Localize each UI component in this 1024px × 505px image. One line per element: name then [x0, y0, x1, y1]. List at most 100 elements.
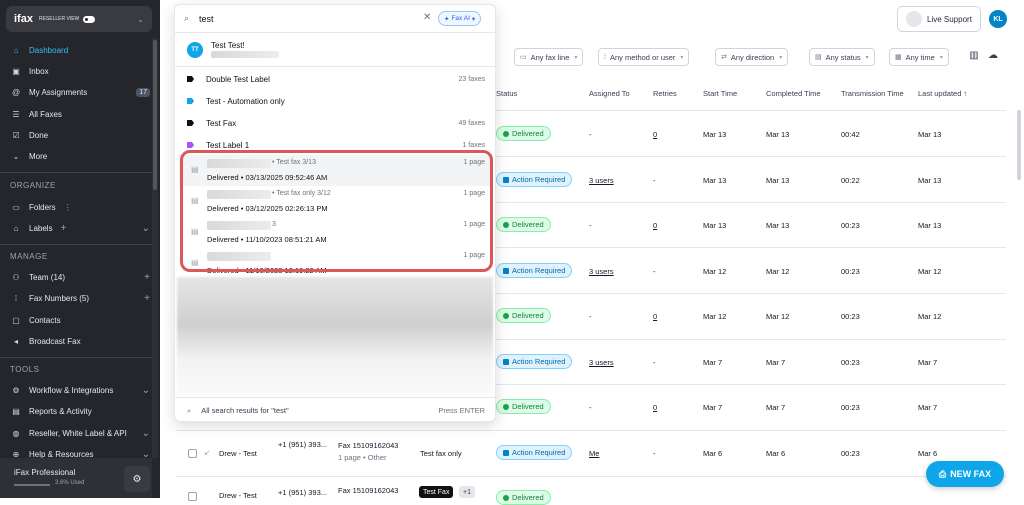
transmission-time-cell: 00:23 — [841, 312, 860, 321]
sidebar-item-fax-numbers[interactable]: ⁞ Fax Numbers (5) + — [10, 290, 150, 306]
start-time-cell: Mar 6 — [703, 449, 723, 458]
sidebar-item-broadcast-fax[interactable]: ◂ Broadcast Fax — [10, 333, 150, 349]
row-checkbox[interactable] — [188, 492, 197, 501]
column-header-retries[interactable]: Retries — [653, 89, 677, 98]
start-time-cell: Mar 12 — [703, 267, 727, 276]
all-search-results-link[interactable]: ⌕ All search results for "test" Press EN… — [175, 397, 495, 421]
settings-gear-button[interactable]: ⚙ — [124, 466, 150, 492]
retries-link[interactable]: 0 — [653, 312, 657, 321]
transmission-time-cell: 00:42 — [841, 130, 860, 139]
add-label-icon[interactable]: + — [61, 223, 67, 234]
chevron-down-icon[interactable]: ⌄ — [142, 385, 150, 396]
contacts-icon: ▢ — [12, 315, 20, 325]
column-header-status[interactable]: Status — [496, 89, 517, 98]
label-name: Test - Automation only — [206, 96, 285, 106]
sidebar-item-reports[interactable]: ▤ Reports & Activity — [10, 403, 150, 419]
section-title-manage: MANAGE — [10, 252, 48, 261]
column-header-assigned[interactable]: Assigned To — [589, 89, 630, 98]
reseller-view-toggle[interactable] — [83, 15, 96, 23]
assignments-count-badge: 17 — [136, 87, 150, 97]
fax-icon: ⎙ — [938, 468, 947, 479]
column-header-transmission-time[interactable]: Transmission Time — [841, 89, 904, 98]
sidebar-item-dashboard[interactable]: ⌂ Dashboard — [10, 42, 150, 58]
assigned-cell: - — [589, 403, 592, 412]
sidebar-item-label: All Faxes — [29, 109, 62, 119]
sidebar-item-team[interactable]: ⚇ Team (14) + — [10, 269, 150, 285]
retries-link[interactable]: 0 — [653, 130, 657, 139]
columns-icon[interactable]: ▥ — [967, 50, 981, 64]
sidebar-item-label: More — [29, 151, 48, 161]
status-icon: ▤ — [815, 54, 822, 61]
live-support-button[interactable]: Live Support — [897, 6, 981, 32]
start-time-cell: Mar 12 — [703, 312, 727, 321]
calendar-icon: ▦ — [895, 54, 902, 61]
search-bar: ⌕ ✕ ✦Fax AI▾ — [175, 5, 495, 33]
table-scrollbar[interactable] — [1017, 110, 1021, 180]
sidebar-item-reseller-api[interactable]: ◍ Reseller, White Label & API ⌄ — [10, 425, 151, 441]
filter-method-user[interactable]: ⁞ Any method or user ▾ — [598, 48, 690, 66]
retries-link[interactable]: 0 — [653, 221, 657, 230]
sidebar-item-folders[interactable]: ▭ Folders ⋮ — [10, 199, 150, 215]
sidebar-scroll-thumb[interactable] — [153, 40, 157, 190]
column-header-start-time[interactable]: Start Time — [703, 89, 737, 98]
search-input[interactable] — [199, 12, 359, 26]
support-agent-avatar — [906, 11, 922, 27]
sidebar-item-labels[interactable]: ⌂ Labels + ⌄ — [10, 220, 150, 236]
assigned-users-link[interactable]: 3 users — [589, 358, 614, 367]
table-divider — [176, 476, 1006, 477]
results-divider — [175, 66, 495, 67]
kebab-menu-icon[interactable]: ⋮ — [64, 203, 72, 212]
user-avatar[interactable]: KL — [989, 10, 1007, 28]
status-text: Action Required — [512, 357, 566, 366]
assigned-users-link[interactable]: 3 users — [589, 176, 614, 185]
search-result-label[interactable]: Test Fax 49 faxes — [175, 112, 495, 134]
chevron-down-icon[interactable]: ⌄ — [142, 428, 150, 439]
search-result-label[interactable]: Test - Automation only — [175, 90, 495, 112]
add-team-icon[interactable]: + — [144, 272, 150, 283]
sidebar-item-my-assignments[interactable]: @ My Assignments 17 — [10, 84, 150, 100]
assigned-me-link[interactable]: Me — [589, 449, 599, 458]
column-header-completed-time[interactable]: Completed Time — [766, 89, 821, 98]
clear-search-icon[interactable]: ✕ — [423, 12, 431, 23]
account-switcher[interactable]: ifax RESELLER VIEW ⌄ — [6, 6, 152, 32]
transmission-time-cell: 00:23 — [841, 221, 860, 230]
completed-time-cell: Mar 13 — [766, 221, 790, 230]
sidebar-item-all-faxes[interactable]: ☰ All Faxes — [10, 106, 150, 122]
new-fax-button[interactable]: ⎙ NEW FAX — [926, 461, 1004, 487]
last-updated-cell: Mar 13 — [918, 221, 942, 230]
cloud-download-icon[interactable]: ☁ — [986, 50, 1000, 64]
status-text: Action Required — [512, 266, 566, 275]
table-divider — [176, 430, 1006, 431]
search-result-contact[interactable]: TT Test Test! — [175, 37, 495, 63]
section-title-tools: TOOLS — [10, 365, 40, 374]
sidebar-item-contacts[interactable]: ▢ Contacts — [10, 312, 150, 328]
retries-link[interactable]: 0 — [653, 403, 657, 412]
sidebar-item-more[interactable]: ⌄ More — [10, 148, 150, 164]
chevron-down-icon: ▾ — [574, 54, 578, 61]
sidebar-item-label: Reports & Activity — [29, 406, 92, 416]
chevron-down-icon: ▾ — [939, 54, 943, 61]
last-updated-cell: Mar 13 — [918, 176, 942, 185]
completed-time-cell: Mar 7 — [766, 403, 786, 412]
label-icon — [187, 76, 194, 82]
sidebar-item-inbox[interactable]: ▣ Inbox — [10, 63, 150, 79]
sidebar-item-workflow[interactable]: ⚙ Workflow & Integrations ⌄ — [10, 382, 150, 398]
filter-fax-line[interactable]: ▭ Any fax line ▾ — [514, 48, 584, 66]
chevron-down-icon[interactable]: ⌄ — [142, 223, 150, 234]
fax-ai-label: Fax AI — [451, 15, 470, 22]
filter-status[interactable]: ▤ Any status ▾ — [809, 48, 875, 66]
sidebar-item-done[interactable]: ☑ Done — [10, 127, 150, 143]
team-icon: ⚇ — [12, 272, 20, 282]
search-result-label[interactable]: Double Test Label 23 faxes — [175, 68, 495, 90]
assigned-users-link[interactable]: 3 users — [589, 267, 614, 276]
filter-time[interactable]: ▦ Any time ▾ — [889, 48, 949, 66]
column-header-last-updated[interactable]: Last updated ↑ — [918, 89, 967, 98]
status-text: Delivered — [512, 220, 544, 229]
add-number-icon[interactable]: + — [144, 293, 150, 304]
fax-label-cell: Test fax only — [420, 449, 462, 458]
fax-ai-toggle[interactable]: ✦ Fax AI ▾ — [438, 11, 482, 26]
plan-name: iFax Professional — [14, 468, 76, 477]
filter-direction[interactable]: ⇄ Any direction ▾ — [715, 48, 789, 66]
filter-label: Any fax line — [530, 52, 570, 62]
row-checkbox[interactable] — [188, 449, 197, 458]
